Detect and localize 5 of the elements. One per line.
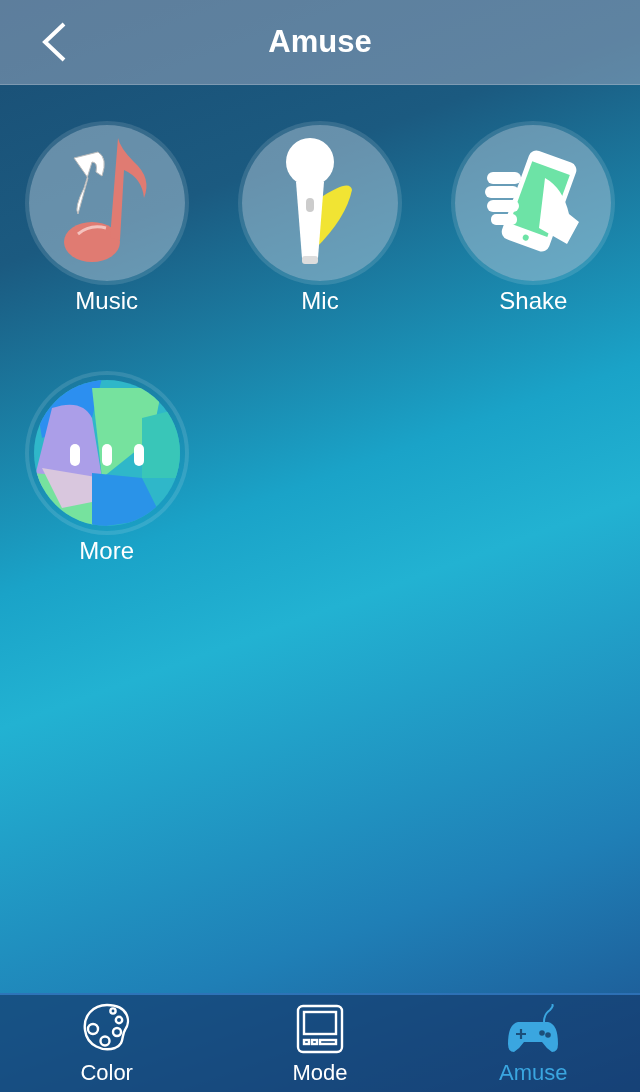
tab[interactable]: Color [0,995,214,1092]
feature-button[interactable]: More [28,375,185,625]
tab[interactable]: Amuse [426,995,640,1092]
screen-title: Amuse [268,24,372,60]
tab[interactable]: Mode [213,995,427,1092]
